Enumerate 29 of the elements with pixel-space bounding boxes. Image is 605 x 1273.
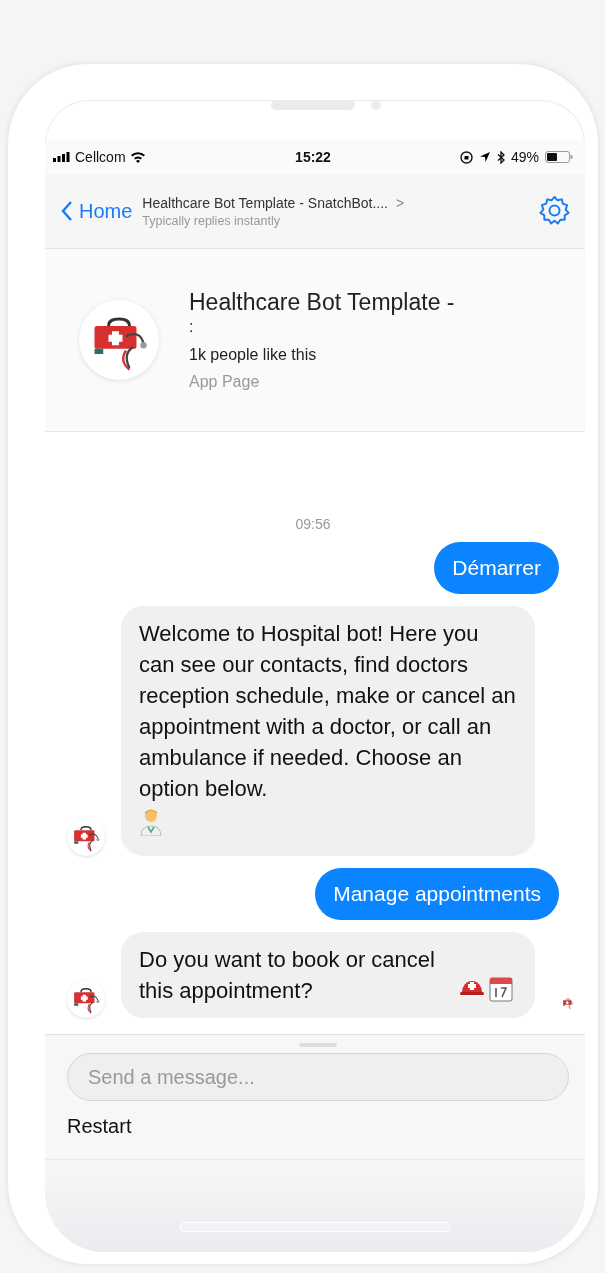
page-title: Healthcare Bot Template - (189, 289, 455, 316)
sent-message: Manage appointments (315, 868, 559, 920)
back-button[interactable]: Home (61, 199, 133, 223)
bluetooth-icon (496, 150, 505, 164)
read-receipt-avatar-icon (561, 996, 575, 1010)
chevron-glyph: > (396, 194, 405, 211)
carrier-name: Cellcom (75, 149, 126, 165)
location-icon (478, 151, 491, 163)
message-input[interactable]: Send a message... (67, 1053, 569, 1101)
message-timestamp: 09:56 (294, 516, 332, 532)
rotation-lock-icon (459, 150, 473, 164)
quick-reply-button[interactable]: Restart (67, 1115, 132, 1138)
wifi-icon (129, 151, 146, 163)
clock-time: 15:22 (295, 149, 331, 165)
doctor-icon (139, 808, 163, 836)
signal-icon (53, 152, 71, 162)
bot-message: Do you want to book or cancel this appointment? (139, 946, 436, 1005)
battery-percent: 49% (510, 149, 539, 165)
likes-count: 1k people like this (189, 346, 318, 364)
reply-time-note: Typically replies instantly (142, 213, 281, 228)
back-chevron-icon (61, 200, 73, 222)
settings-icon[interactable] (539, 195, 571, 227)
battery-icon (545, 151, 573, 163)
bot-message: Welcome to Hospital bot! Here you can see our contacts, find doctors reception schedule, make or cancel an appointment with a doctor, or call an ambulance if needed. Choose an option below. (139, 621, 516, 801)
chat-title[interactable]: Healthcare Bot Template - SnatchBot.... (142, 194, 388, 211)
calendar-icon (489, 976, 513, 1002)
page-title-continuation: : (189, 318, 195, 336)
page-category: App Page (189, 373, 261, 391)
sent-message: Démarrer (434, 542, 559, 594)
